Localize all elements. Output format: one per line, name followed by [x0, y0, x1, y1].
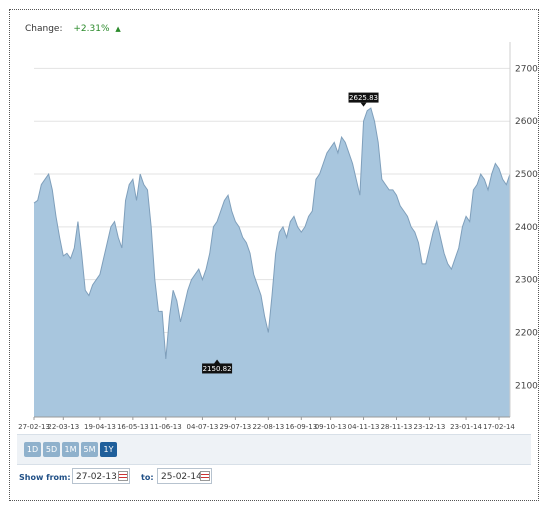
y-tick-label: 2500 [515, 170, 538, 180]
range-button-1y[interactable]: 1Y [100, 442, 117, 457]
date-range-row: Show from: 27-02-13 to: 25-02-14 [17, 465, 531, 491]
x-tick-label: 16-05-13 [117, 423, 149, 431]
x-tick-label: 29-07-13 [219, 423, 251, 431]
x-tick-label: 11-06-13 [150, 423, 182, 431]
range-selector-bar: 1D 5D 1M 5M 1Y [17, 434, 531, 465]
x-tick-label: 16-09-13 [285, 423, 317, 431]
range-button-5m[interactable]: 5M [81, 442, 98, 457]
y-tick-label: 2300 [515, 276, 538, 286]
series-area [34, 108, 510, 418]
x-tick-label: 19-04-13 [84, 423, 116, 431]
x-tick-label: 23-01-14 [450, 423, 482, 431]
calendar-icon[interactable] [200, 471, 210, 481]
x-tick-label: 04-11-13 [348, 423, 380, 431]
x-tick-label: 22-08-13 [252, 423, 284, 431]
y-tick-label: 2600 [515, 117, 538, 127]
range-button-5d[interactable]: 5D [43, 442, 60, 457]
y-tick-label: 2100 [515, 381, 538, 391]
y-tick-label: 2700 [515, 64, 538, 74]
to-label: to: [141, 473, 154, 482]
x-tick-label: 09-10-13 [315, 423, 347, 431]
range-button-1m[interactable]: 1M [62, 442, 79, 457]
y-tick-label: 2400 [515, 223, 538, 233]
x-tick-label: 28-11-13 [381, 423, 413, 431]
x-tick-label: 17-02-14 [483, 423, 515, 431]
x-tick-label: 27-02-13 [18, 423, 50, 431]
x-tick-label: 22-03-13 [47, 423, 79, 431]
x-tick-label: 23-12-13 [414, 423, 446, 431]
calendar-icon[interactable] [118, 471, 128, 481]
annotation-label: 2150.82 [203, 365, 232, 373]
annotation-pointer [360, 102, 367, 107]
price-area-chart: 210022002300240025002600270027-02-1322-0… [18, 42, 538, 431]
y-tick-label: 2200 [515, 328, 538, 338]
show-from-label: Show from: [19, 473, 71, 482]
range-button-1d[interactable]: 1D [24, 442, 41, 457]
annotation-label: 2625.83 [349, 94, 378, 102]
x-tick-label: 04-07-13 [187, 423, 219, 431]
